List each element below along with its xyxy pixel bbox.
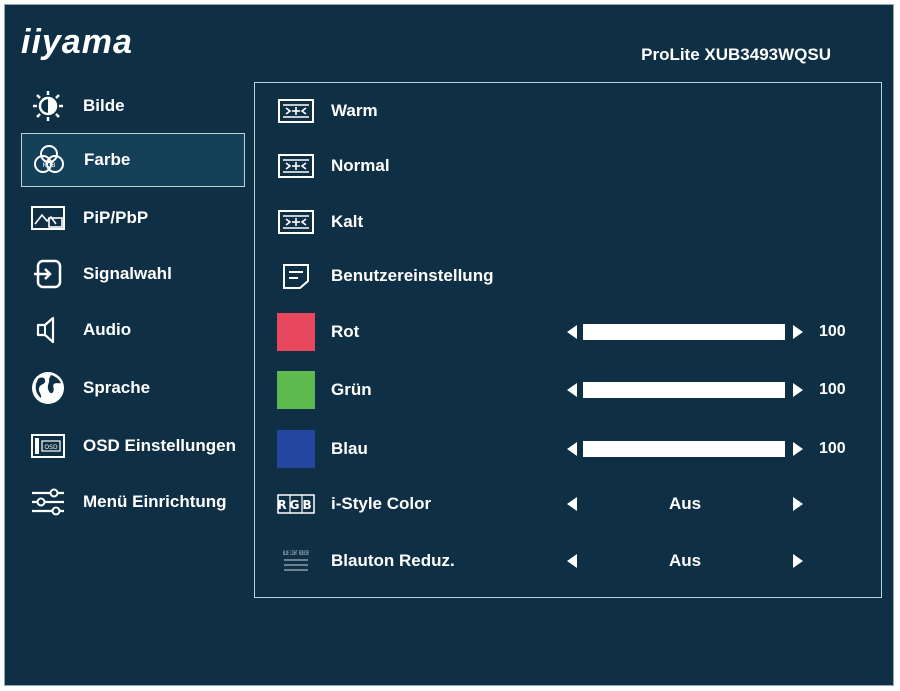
input-icon — [27, 257, 69, 291]
next-option-icon[interactable] — [793, 497, 803, 511]
user-setting-icon — [277, 257, 315, 295]
previous-option-icon[interactable] — [567, 554, 577, 568]
red-value: 100 — [819, 323, 846, 340]
svg-text:BLUE LIGHT REDUCER: BLUE LIGHT REDUCER — [283, 550, 309, 557]
blue-slider-row[interactable]: Blau 100 — [255, 424, 881, 474]
preset-label: Kalt — [331, 212, 364, 231]
osd-menu: iiyama ProLite XUB3493WQSU Bilde RGB Far… — [4, 4, 894, 686]
sidebar-item-farbe[interactable]: RGB Farbe — [21, 133, 245, 187]
green-slider-row[interactable]: Grün 100 — [255, 365, 881, 415]
preset-label: Normal — [331, 156, 390, 175]
preset-label: Warm — [331, 101, 378, 120]
sidebar-item-label: Audio — [83, 320, 132, 339]
green-value: 100 — [819, 381, 846, 398]
next-option-icon[interactable] — [793, 554, 803, 568]
sidebar-item-label: Farbe — [84, 150, 131, 169]
blue-label: Blau — [331, 439, 368, 458]
sidebar-item-label: Signalwahl — [83, 264, 172, 283]
increase-arrow-icon[interactable] — [793, 383, 803, 397]
color-settings-panel: Warm Normal Kalt Benutzereinstellung Rot — [254, 82, 882, 598]
green-slider[interactable] — [583, 382, 785, 398]
sidebar-item-osd[interactable]: OSD OSD Einstellungen — [21, 419, 245, 473]
svg-text:RGB: RGB — [277, 498, 314, 512]
preset-normal[interactable]: Normal — [255, 141, 881, 191]
sidebar-item-sprache[interactable]: Sprache — [21, 361, 245, 415]
blue-light-reducer-icon: BLUE LIGHT REDUCER — [277, 542, 315, 580]
color-temp-icon — [277, 92, 315, 130]
model-name: ProLite XUB3493WQSU — [641, 45, 831, 64]
color-temp-icon — [277, 147, 315, 185]
previous-option-icon[interactable] — [567, 497, 577, 511]
istyle-label: i-Style Color — [331, 494, 432, 513]
brand-logo: iiyama — [21, 23, 133, 61]
blue-light-value: Aus — [668, 551, 702, 570]
blue-light-label: Blauton Reduz. — [331, 551, 455, 570]
user-setting-label: Benutzereinstellung — [331, 266, 494, 285]
sidebar-item-bilde[interactable]: Bilde — [21, 79, 245, 133]
osd-icon: OSD — [27, 429, 69, 463]
decrease-arrow-icon[interactable] — [567, 325, 577, 339]
red-swatch — [277, 313, 315, 351]
sidebar-item-label: PiP/PbP — [83, 208, 149, 227]
svg-text:RGB: RGB — [43, 162, 56, 169]
brightness-icon — [27, 89, 69, 123]
green-swatch — [277, 371, 315, 409]
sidebar-item-pip[interactable]: PiP/PbP — [21, 191, 245, 245]
sidebar-item-signalwahl[interactable]: Signalwahl — [21, 247, 245, 301]
svg-text:OSD: OSD — [44, 444, 58, 451]
blue-value: 100 — [819, 440, 846, 457]
globe-icon — [27, 371, 69, 405]
user-setting-item[interactable]: Benutzereinstellung — [255, 251, 881, 301]
red-label: Rot — [331, 322, 360, 341]
speaker-icon — [27, 313, 69, 347]
pip-icon — [27, 201, 69, 235]
sidebar-item-label: Bilde — [83, 96, 125, 115]
green-label: Grün — [331, 380, 372, 399]
sidebar-item-label: Menü Einrichtung — [83, 492, 227, 511]
sidebar-item-audio[interactable]: Audio — [21, 303, 245, 357]
sidebar-item-menu-setup[interactable]: Menü Einrichtung — [21, 475, 245, 529]
istyle-color-row[interactable]: RGB i-Style Color Aus — [255, 479, 881, 529]
increase-arrow-icon[interactable] — [793, 442, 803, 456]
decrease-arrow-icon[interactable] — [567, 383, 577, 397]
blue-slider[interactable] — [583, 441, 785, 457]
preset-kalt[interactable]: Kalt — [255, 197, 881, 247]
color-temp-icon — [277, 203, 315, 241]
decrease-arrow-icon[interactable] — [567, 442, 577, 456]
preset-warm[interactable]: Warm — [255, 86, 881, 136]
red-slider-row[interactable]: Rot 100 — [255, 307, 881, 357]
blue-swatch — [277, 430, 315, 468]
increase-arrow-icon[interactable] — [793, 325, 803, 339]
istyle-value: Aus — [668, 494, 702, 513]
rgb-icon: RGB — [277, 485, 315, 523]
sidebar-item-label: OSD Einstellungen — [83, 436, 237, 455]
sliders-icon — [27, 485, 69, 519]
red-slider[interactable] — [583, 324, 785, 340]
sidebar-item-label: Sprache — [83, 378, 151, 397]
blue-light-reducer-row[interactable]: BLUE LIGHT REDUCER Blauton Reduz. Aus — [255, 536, 881, 586]
color-icon: RGB — [28, 143, 70, 177]
